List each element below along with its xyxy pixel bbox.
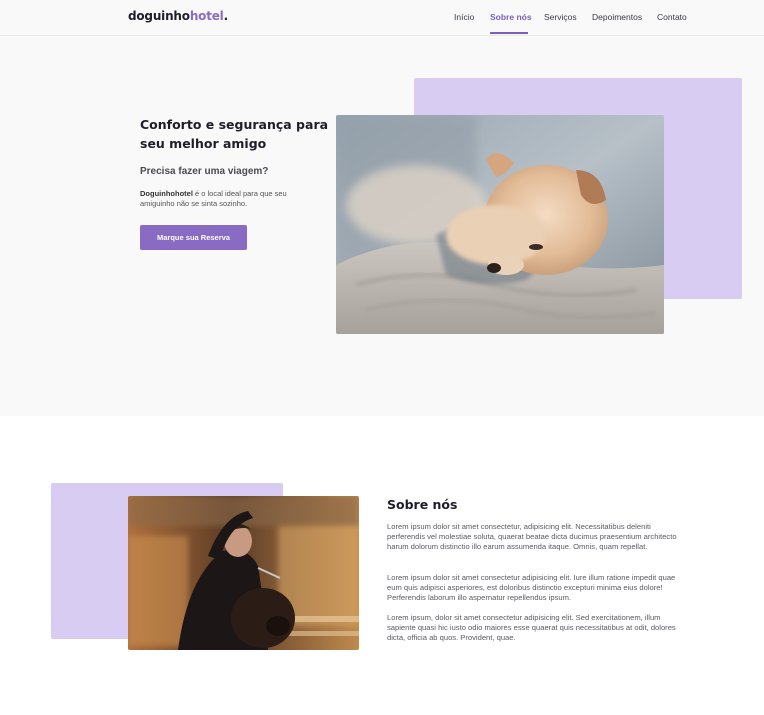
- active-nav-indicator: [490, 32, 528, 34]
- hero-description: Doguinhohotel é o local ideal para que s…: [140, 189, 310, 209]
- nav-link-servicos[interactable]: Serviços: [544, 12, 577, 22]
- about-title: Sobre nós: [387, 497, 458, 512]
- nav-link-depoimentos[interactable]: Depoimentos: [592, 12, 642, 22]
- hero-desc-bold: Doguinhohotel: [140, 189, 193, 198]
- nav-link-contato[interactable]: Contato: [657, 12, 687, 22]
- hero-title: Conforto e segurança para seu melhor ami…: [140, 117, 329, 151]
- about-paragraph-2: Lorem ipsum dolor sit amet consectetur a…: [387, 573, 676, 602]
- book-reservation-button[interactable]: Marque sua Reserva: [140, 225, 247, 250]
- about-paragraph-3: Lorem ipsum, dolor sit amet consectetur …: [387, 613, 676, 642]
- top-navbar: doguinhohotel. Início Sobre nós Serviços…: [0, 0, 764, 36]
- nav-link-sobre-nos[interactable]: Sobre nós: [490, 12, 532, 22]
- hero-subtitle: Precisa fazer uma viagem?: [140, 166, 269, 177]
- about-paragraph-1: Lorem ipsum dolor sit amet consectetur, …: [387, 522, 677, 551]
- hero-section: Conforto e segurança para seu melhor ami…: [0, 36, 764, 416]
- nav-link-inicio[interactable]: Início: [454, 12, 474, 22]
- logo-dot: .: [223, 9, 229, 23]
- logo-accent: hotel: [189, 9, 224, 23]
- about-grooming-photo: [128, 496, 359, 650]
- logo[interactable]: doguinhohotel.: [128, 9, 228, 23]
- logo-main: doguinho: [128, 9, 190, 23]
- hero-puppy-photo: [336, 115, 664, 334]
